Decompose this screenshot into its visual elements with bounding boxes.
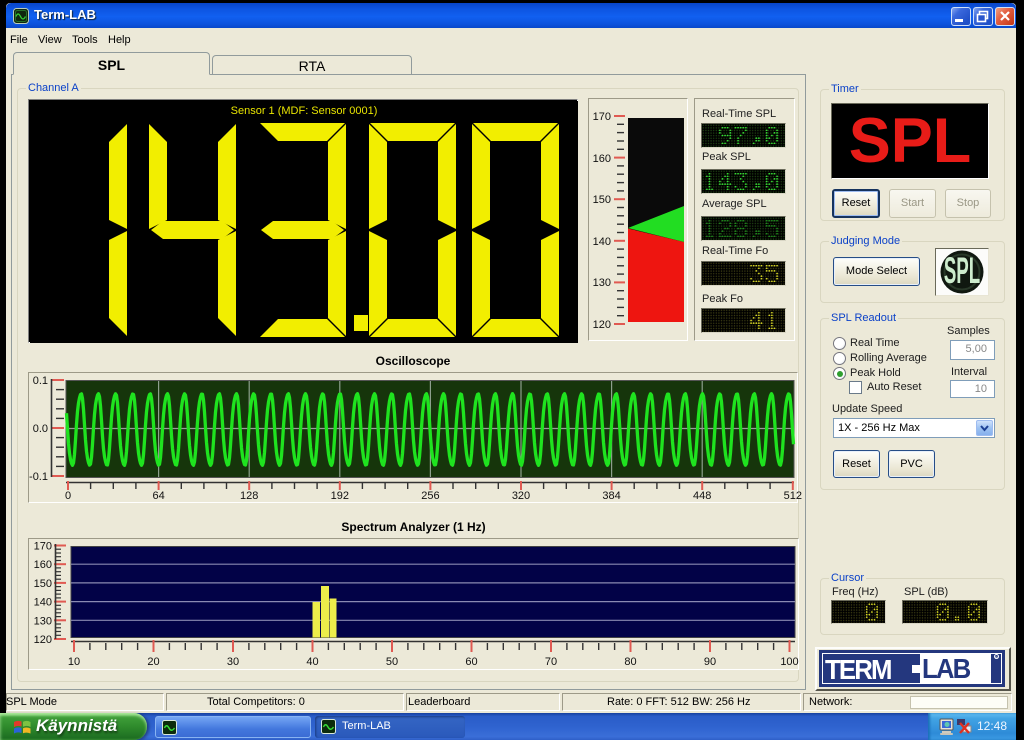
svg-text:128: 128	[240, 490, 258, 502]
svg-text:70: 70	[545, 656, 557, 668]
svg-text:20: 20	[147, 656, 159, 668]
svg-text:320: 320	[512, 490, 530, 502]
svg-text:90: 90	[704, 656, 716, 668]
svg-text:60: 60	[465, 656, 477, 668]
svg-text:170: 170	[34, 541, 52, 553]
svg-text:80: 80	[624, 656, 636, 668]
svg-text:170: 170	[593, 111, 611, 123]
svg-text:448: 448	[693, 490, 711, 502]
svg-text:64: 64	[152, 490, 164, 502]
svg-text:0.0: 0.0	[33, 423, 48, 435]
svg-text:140: 140	[593, 236, 611, 248]
svg-text:100: 100	[780, 656, 798, 668]
svg-text:40: 40	[306, 656, 318, 668]
svg-text:-0.1: -0.1	[29, 471, 48, 483]
svg-text:120: 120	[593, 319, 611, 331]
svg-text:30: 30	[227, 656, 239, 668]
svg-text:192: 192	[331, 490, 349, 502]
svg-text:150: 150	[593, 194, 611, 206]
svg-text:512: 512	[784, 490, 802, 502]
svg-text:120: 120	[34, 634, 52, 646]
svg-text:384: 384	[602, 490, 620, 502]
svg-text:150: 150	[34, 578, 52, 590]
svg-text:130: 130	[593, 277, 611, 289]
svg-text:0.1: 0.1	[33, 375, 48, 387]
svg-text:256: 256	[421, 490, 439, 502]
svg-text:0: 0	[65, 490, 71, 502]
svg-text:10: 10	[68, 656, 80, 668]
svg-text:130: 130	[34, 615, 52, 627]
svg-text:50: 50	[386, 656, 398, 668]
svg-text:SPL: SPL	[944, 251, 980, 291]
svg-text:160: 160	[593, 153, 611, 165]
svg-text:140: 140	[34, 597, 52, 609]
svg-text:160: 160	[34, 559, 52, 571]
